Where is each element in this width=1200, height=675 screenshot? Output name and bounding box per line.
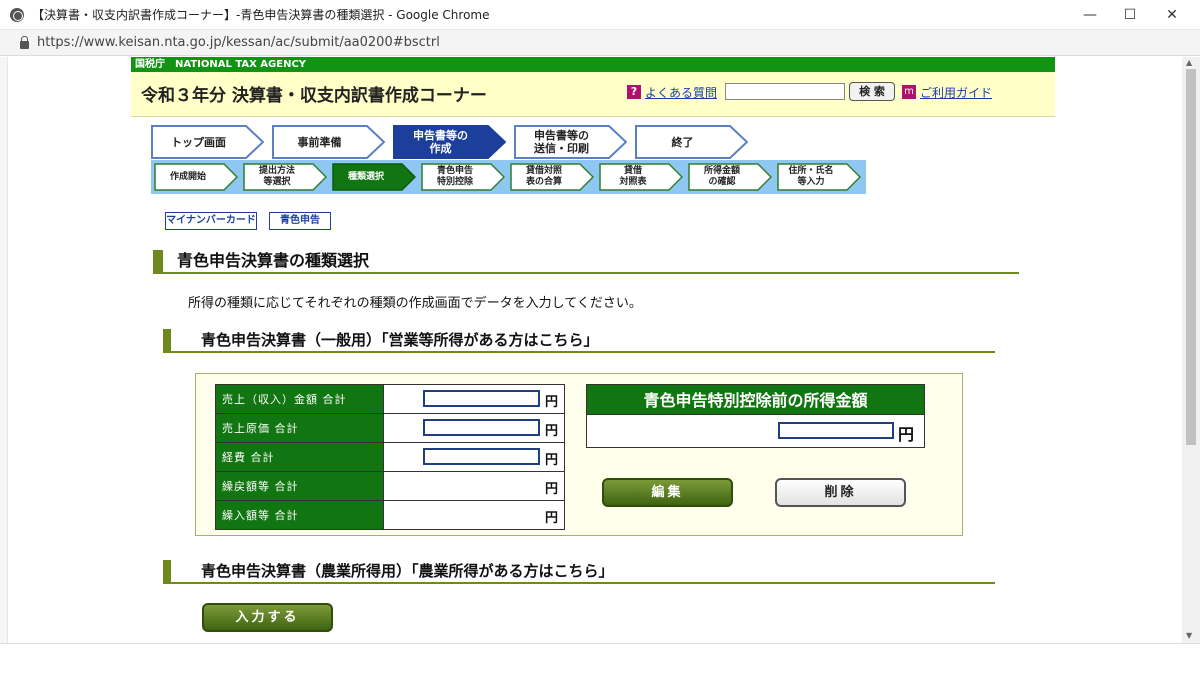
main-step-2: 事前準備 [272,125,385,159]
main-step-label: 終了 [671,135,694,149]
sub-step-8: 住所・氏名 等入力 [777,163,861,191]
yen-label: 円 [544,395,558,410]
row-label: 繰入額等 合計 [215,500,384,530]
amount-input-field[interactable] [422,448,540,465]
mynumber-card-tag: マイナンバーカード [165,212,257,230]
row-value-cell[interactable]: 円 [382,413,566,443]
edit-button[interactable]: 編集 [602,478,733,507]
scroll-down-icon[interactable]: ▼ [1186,631,1192,640]
sub-step-4: 青色申告 特別控除 [421,163,505,191]
row-value-cell: 円 [382,500,566,530]
table-row: 売上（収入）金額 合計 円 [215,384,566,414]
section-agri-heading: 青色申告決算書（農業所得用）「農業所得がある方はこちら」 [163,560,995,584]
intro-text: 所得の種類に応じてそれぞれの種類の作成画面でデータを入力してください。 [188,296,642,311]
sub-step-label: 住所・氏名 等入力 [788,166,834,187]
main-step-label: トップ画面 [171,135,226,149]
scrollbar-thumb[interactable] [1186,69,1196,445]
section-general-heading: 青色申告決算書（一般用）「営業等所得がある方はこちら」 [163,329,995,353]
window-titlebar: 【決算書・収支内訳書作成コーナー】-青色申告決算書の種類選択 - Google … [0,0,1200,30]
row-label: 売上（収入）金額 合計 [215,384,384,414]
main-step-4: 申告書等の 送信・印刷 [514,125,627,159]
general-form-panel: 売上（収入）金額 合計円売上原価 合計円経費 合計円繰戻額等 合計円繰入額等 合… [195,373,963,536]
income-before-deduction-field[interactable] [778,422,894,439]
sub-step-label: 所得金額 の確認 [703,166,740,187]
main-step-1: トップ画面 [151,125,264,159]
guide-link[interactable]: ご利用ガイド [920,84,992,101]
sub-step-6: 貸借 対照表 [599,163,683,191]
scroll-up-icon[interactable]: ▲ [1186,58,1192,67]
result-title: 青色申告特別控除前の所得金額 [586,384,925,415]
faq-link[interactable]: よくある質問 [645,84,717,101]
nta-header: 令和３年分 決算書・収支内訳書作成コーナー ? よくある質問 検 索 m ご利用… [131,72,1055,117]
sub-step-1: 作成開始 [154,163,238,191]
sub-step-7: 所得金額 の確認 [688,163,772,191]
sub-step-label: 青色申告 特別控除 [436,166,473,187]
row-value-cell: 円 [382,471,566,501]
amount-input-field[interactable] [422,419,540,436]
sub-step-label: 貸借対照 表の合算 [525,166,562,187]
row-label: 繰戻額等 合計 [215,471,384,501]
nta-agency-strip: 国税庁 NATIONAL TAX AGENCY [131,57,1055,72]
close-icon[interactable]: ✕ [1150,0,1194,30]
yen-label: 円 [544,424,558,439]
result-box: 円 [586,415,925,448]
page-title: 青色申告決算書の種類選択 [153,250,1019,274]
sub-step-2: 提出方法 等選択 [243,163,327,191]
table-row: 繰入額等 合計 円 [215,500,566,530]
sub-step-label: 作成開始 [169,171,206,182]
main-step-3: 申告書等の 作成 [393,125,506,159]
main-step-label: 申告書等の 送信・印刷 [534,129,589,155]
maximize-icon[interactable]: ☐ [1108,0,1152,30]
sub-step-3: 種類選択 [332,163,416,191]
taskbar [0,643,1200,675]
main-step-5: 終了 [635,125,748,159]
delete-button[interactable]: 削除 [775,478,906,507]
sub-step-label: 提出方法 等選択 [258,166,295,187]
amount-table: 売上（収入）金額 合計円売上原価 合計円経費 合計円繰戻額等 合計円繰入額等 合… [215,384,566,530]
main-step-label: 申告書等の 作成 [413,129,468,155]
corner-title: 令和３年分 決算書・収支内訳書作成コーナー [141,86,487,106]
table-row: 繰戻額等 合計 円 [215,471,566,501]
yen-label: 円 [544,453,558,468]
yen-label: 円 [544,511,558,526]
sub-step-navigation: 作成開始 提出方法 等選択 種類選択 青色申告 特別控除 貸借対照 表の合算 貸借 対照表… [151,160,866,194]
yen-label: 円 [898,425,915,444]
search-button[interactable]: 検 索 [849,82,895,101]
row-value-cell[interactable]: 円 [382,442,566,472]
table-row: 売上原価 合計 円 [215,413,566,443]
vertical-scrollbar[interactable]: ▲ ▼ [1182,57,1200,643]
main-step-label: 事前準備 [297,135,342,149]
amount-input-field[interactable] [422,390,540,407]
row-value-cell[interactable]: 円 [382,384,566,414]
sub-step-5: 貸借対照 表の合算 [510,163,594,191]
sub-step-label: 種類選択 [347,171,384,182]
table-row: 経費 合計 円 [215,442,566,472]
window-title: 【決算書・収支内訳書作成コーナー】-青色申告決算書の種類選択 - Google … [32,8,490,22]
page-viewport: 国税庁 NATIONAL TAX AGENCY 令和３年分 決算書・収支内訳書作… [0,57,1200,643]
search-input[interactable] [725,83,845,100]
url-text[interactable]: https://www.keisan.nta.go.jp/kessan/ac/s… [37,35,440,50]
lock-icon[interactable] [20,35,29,49]
guide-icon[interactable]: m [902,85,916,99]
blue-return-tag: 青色申告 [269,212,331,230]
site-favicon-icon [10,7,24,22]
minimize-icon[interactable]: — [1068,0,1112,30]
row-label: 経費 合計 [215,442,384,472]
left-gutter [0,57,8,643]
yen-label: 円 [544,482,558,497]
faq-icon[interactable]: ? [627,85,641,99]
address-bar[interactable]: https://www.keisan.nta.go.jp/kessan/ac/s… [0,30,1200,56]
row-label: 売上原価 合計 [215,413,384,443]
sub-step-label: 貸借 対照表 [619,166,647,187]
agri-input-button[interactable]: 入力する [202,603,333,632]
